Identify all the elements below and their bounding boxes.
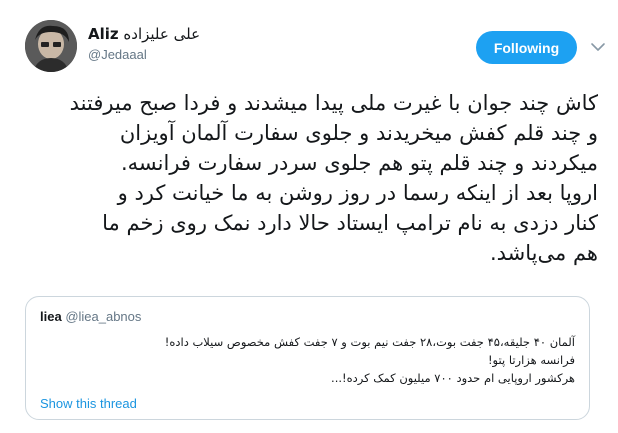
quoted-text-line: فرانسه هزارتا پتو! — [487, 353, 575, 367]
tweet-text-line: میکردند و چند قلم پتو هم جلوی سردر سفارت… — [121, 151, 598, 175]
show-thread-link[interactable]: Show this thread — [40, 396, 137, 411]
avatar[interactable] — [25, 20, 77, 72]
quoted-text-line: هرکشور اروپایی ام حدود ۷۰۰ میلیون کمک کر… — [331, 371, 575, 385]
tweet-text-line: کاش چند جوان با غیرت ملی پیدا میشدند و ف… — [69, 91, 598, 115]
chevron-down-icon[interactable] — [589, 38, 607, 56]
quoted-tweet-text: آلمان ۴۰ جلیقه،۴۵ جفت بوت،۲۸ جفت نیم بوت… — [165, 333, 575, 387]
author-handle[interactable]: @Jedaaal — [88, 46, 200, 64]
tweet-text: کاش چند جوان با غیرت ملی پیدا میشدند و ف… — [25, 88, 598, 268]
display-name[interactable]: Aliz — [88, 25, 119, 43]
tweet-header: Aliz علی علیزاده @Jedaaal Following — [25, 20, 605, 72]
quoted-author-handle: @liea_abnos — [65, 309, 142, 324]
following-button[interactable]: Following — [476, 31, 577, 64]
tweet-text-line: هم می‌پاشد. — [489, 241, 598, 265]
tweet-text-line: اروپا بعد از اینکه رسما در روز روشن به م… — [117, 181, 598, 205]
quoted-text-line: آلمان ۴۰ جلیقه،۴۵ جفت بوت،۲۸ جفت نیم بوت… — [164, 335, 575, 349]
tweet-text-line: کنار دزدی به نام ترامپ ایستاد حالا دارد … — [102, 211, 598, 235]
tweet-text-line: و چند قلم کفش میخریدند و جلوی سفارت آلما… — [119, 121, 598, 145]
display-name-fa[interactable]: علی علیزاده — [123, 25, 200, 43]
quoted-tweet[interactable]: liea @liea_abnos آلمان ۴۰ جلیقه،۴۵ جفت ب… — [25, 296, 590, 420]
author-name[interactable]: Aliz علی علیزاده — [88, 24, 200, 44]
author-info: Aliz علی علیزاده @Jedaaal — [88, 24, 200, 64]
quoted-tweet-author: liea @liea_abnos — [40, 309, 141, 324]
quoted-author-name: liea — [40, 309, 62, 324]
